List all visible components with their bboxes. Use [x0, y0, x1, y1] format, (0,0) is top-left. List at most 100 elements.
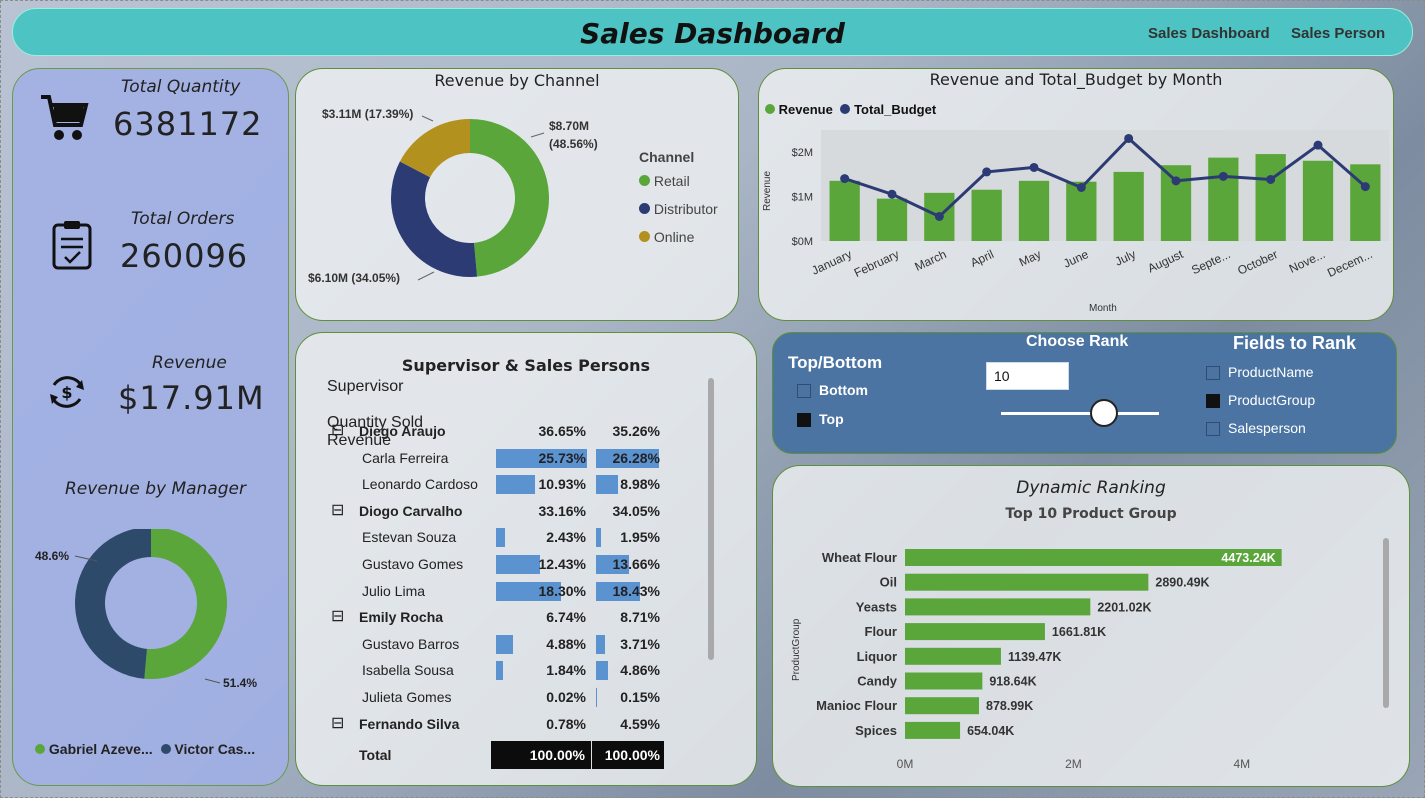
month-tick: June — [1061, 247, 1091, 271]
legend-dot-gabriel — [35, 744, 45, 754]
table-row[interactable]: Julio Lima 18.30% 18.43% — [327, 578, 664, 604]
rank-slider-track[interactable] — [1001, 412, 1159, 415]
quantity-cell: 36.65% — [538, 423, 586, 439]
field-productname-checkbox[interactable] — [1206, 366, 1220, 380]
revenue-databar — [596, 661, 608, 681]
top-checkbox[interactable] — [797, 413, 811, 427]
budget-point[interactable] — [1171, 176, 1181, 186]
row-name: Leonardo Cardoso — [362, 476, 478, 493]
table-row[interactable]: Isabella Sousa 1.84% 4.86% — [327, 657, 664, 683]
revenue-cell: 8.71% — [620, 609, 660, 626]
budget-point[interactable] — [934, 211, 944, 221]
legend-dot-victor — [160, 744, 171, 754]
product-group-label: Oil — [880, 575, 897, 590]
revenue-cell: 8.98% — [620, 476, 660, 493]
table-row[interactable]: Leonardo Cardoso 10.93% 8.98% — [327, 471, 664, 497]
table-total-row: Total 100.00% 100.00% — [327, 741, 664, 770]
product-group-bar[interactable] — [905, 573, 1149, 591]
field-productgroup-checkbox[interactable] — [1206, 394, 1220, 408]
budget-point[interactable] — [840, 174, 850, 184]
product-group-bar[interactable] — [905, 623, 1045, 641]
field-salesperson-label[interactable]: Salesperson — [1228, 420, 1306, 436]
table-row[interactable]: Julieta Gomes 0.02% 0.15% — [327, 684, 664, 710]
channel-slice-0[interactable] — [470, 119, 549, 277]
supervisor-table-panel: Supervisor & Sales Persons Supervisor Qu… — [295, 332, 757, 786]
quantity-databar — [496, 555, 540, 574]
ranking-scrollbar[interactable] — [1383, 538, 1389, 708]
shopping-cart-icon — [41, 95, 89, 140]
budget-point[interactable] — [887, 189, 897, 199]
revenue-bar[interactable] — [1208, 157, 1239, 241]
bottom-checkbox[interactable] — [797, 384, 811, 398]
table-row[interactable]: Estevan Souza 2.43% 1.95% — [327, 524, 664, 550]
product-group-bar[interactable] — [905, 647, 1001, 665]
manager-legend: Gabriel Azeve... Victor Cas... — [35, 741, 255, 757]
bottom-option-label[interactable]: Bottom — [819, 382, 868, 398]
legend-label-retail: Retail — [653, 173, 690, 189]
legend-label-victor: Victor Cas... — [174, 741, 256, 757]
total-orders-value: 260096 — [120, 237, 249, 275]
nav-sales-dashboard[interactable]: Sales Dashboard — [1148, 25, 1270, 42]
product-group-value: 2201.02K — [1097, 600, 1151, 614]
revenue-bar[interactable] — [1255, 154, 1286, 241]
svg-text:$: $ — [61, 383, 72, 402]
table-group-row[interactable]: ⊟ Emily Rocha 6.74% 8.71% — [327, 604, 664, 630]
quantity-cell: 2.43% — [546, 529, 586, 546]
budget-point[interactable] — [982, 167, 992, 177]
quantity-cell: 33.16% — [538, 502, 586, 519]
top-option-label[interactable]: Top — [819, 411, 844, 427]
table-group-row[interactable]: ⊟ Fernando Silva 0.78% 4.59% — [327, 711, 664, 737]
revenue-cell: 4.59% — [620, 715, 660, 732]
rank-value-input[interactable]: 10 — [986, 362, 1069, 390]
manager-label-right: 51.4% — [223, 676, 258, 690]
row-name: Emily Rocha — [359, 609, 444, 626]
revenue-bar[interactable] — [876, 198, 908, 241]
channel-legend-distributor: Distributor — [639, 201, 718, 217]
month-tick: February — [852, 247, 901, 280]
product-group-bar[interactable] — [905, 672, 983, 690]
revenue-bar[interactable] — [971, 189, 1002, 241]
col-header-supervisor[interactable]: Supervisor — [327, 378, 490, 414]
budget-point[interactable] — [1029, 162, 1039, 172]
collapse-icon[interactable]: ⊟ — [331, 418, 344, 444]
clipboard-check-icon — [52, 221, 92, 270]
budget-point[interactable] — [1360, 182, 1370, 192]
total-quantity-cell: 100.00% — [491, 741, 591, 770]
collapse-icon[interactable]: ⊟ — [331, 711, 344, 737]
dynamic-ranking-panel: Dynamic Ranking Top 10 Product Group Whe… — [772, 465, 1410, 787]
field-productname-label[interactable]: ProductName — [1228, 364, 1314, 380]
revenue-bar[interactable] — [1018, 180, 1050, 241]
manager-slice-0[interactable] — [144, 529, 227, 679]
quantity-cell: 1.84% — [546, 662, 586, 679]
product-group-label: Spices — [855, 723, 897, 738]
collapse-icon[interactable]: ⊟ — [331, 604, 344, 630]
table-row[interactable]: Gustavo Gomes 12.43% 13.66% — [327, 551, 664, 577]
table-scrollbar[interactable] — [708, 378, 714, 660]
product-group-bar[interactable] — [905, 721, 961, 739]
revenue-bar[interactable] — [1113, 171, 1144, 241]
table-row[interactable]: Gustavo Barros 4.88% 3.71% — [327, 631, 664, 657]
product-group-bar[interactable] — [905, 598, 1091, 616]
quantity-databar — [496, 634, 514, 654]
budget-point[interactable] — [1124, 133, 1134, 143]
table-row[interactable]: Carla Ferreira 25.73% 26.28% — [327, 445, 664, 471]
revenue-bar[interactable] — [1302, 160, 1334, 241]
choose-rank-title: Choose Rank — [1026, 333, 1129, 350]
rank-slider-thumb[interactable] — [1089, 399, 1118, 427]
budget-point[interactable] — [1313, 140, 1323, 150]
channel-slice-1[interactable] — [391, 161, 478, 277]
budget-point[interactable] — [1218, 171, 1228, 181]
field-salesperson-checkbox[interactable] — [1206, 422, 1220, 436]
table-group-row[interactable]: ⊟ Diogo Carvalho 33.16% 34.05% — [327, 498, 664, 524]
collapse-icon[interactable]: ⊟ — [331, 498, 344, 524]
topbottom-title: Top/Bottom — [788, 353, 883, 372]
product-group-bar[interactable] — [905, 697, 980, 715]
manager-slice-1[interactable] — [75, 529, 151, 679]
budget-point[interactable] — [1266, 174, 1276, 184]
budget-point[interactable] — [1076, 183, 1086, 192]
nav-sales-person[interactable]: Sales Person — [1291, 25, 1385, 42]
field-productgroup-label[interactable]: ProductGroup — [1228, 392, 1315, 408]
revenue-bar[interactable] — [829, 180, 860, 241]
channel-legend-online: Online — [639, 229, 694, 245]
table-group-row[interactable]: ⊟ Diego Araujo 36.65% 35.26% — [327, 418, 664, 444]
